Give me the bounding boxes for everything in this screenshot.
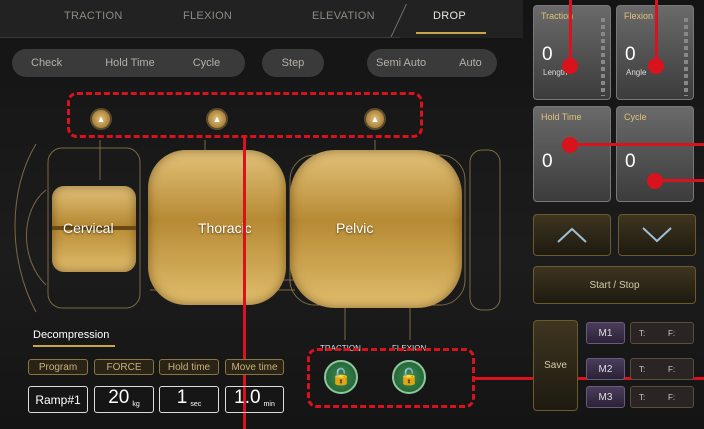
start-stop-button[interactable]: Start / Stop — [533, 266, 696, 304]
hold-unit: sec — [190, 401, 202, 408]
hold-time-button[interactable]: Hold Time — [105, 57, 155, 69]
program-select[interactable]: Ramp#1 — [28, 386, 88, 413]
move-time-field[interactable]: 1.0 min — [225, 386, 284, 413]
annotation-marker-flexion — [648, 58, 664, 74]
annotation-leader-flexion — [655, 0, 658, 62]
flexion-readout-label: Flexion — [624, 11, 654, 21]
memory-2-f: F: — [668, 365, 676, 374]
check-hold-cycle-group: Check Hold Time Cycle — [12, 49, 245, 77]
flexion-readout-sub: Angle — [626, 68, 647, 77]
move-unit: min — [263, 401, 275, 408]
program-header: Program — [28, 359, 88, 375]
memory-2-t: T: — [639, 365, 646, 374]
move-time-header: Move time — [225, 359, 284, 375]
move-value: 1.0 — [234, 387, 261, 408]
cervical-label: Cervical — [63, 220, 114, 236]
hold-value: 1 — [176, 387, 188, 408]
annotation-locks — [307, 348, 475, 408]
memory-1-label: M1 — [598, 327, 613, 339]
decrease-button[interactable] — [618, 214, 696, 256]
tab-divider — [390, 4, 407, 38]
increase-button[interactable] — [533, 214, 611, 256]
auto-mode-group: Semi Auto Auto — [367, 49, 497, 77]
tab-flexion[interactable]: FLEXION — [183, 10, 232, 22]
cycle-readout-value: 0 — [625, 151, 636, 172]
decompression-title: Decompression — [33, 329, 110, 341]
step-label: Step — [281, 57, 305, 69]
tab-elevation[interactable]: ELEVATION — [312, 10, 375, 22]
check-button[interactable]: Check — [31, 57, 62, 69]
chevron-up-icon — [557, 227, 587, 243]
memory-3-values: T: F: — [630, 386, 694, 408]
semi-auto-button[interactable]: Semi Auto — [376, 57, 426, 69]
force-value: 20 — [108, 387, 130, 408]
force-header: FORCE — [94, 359, 154, 375]
decompression-underline — [33, 345, 115, 347]
annotation-leader-traction — [569, 0, 572, 62]
traction-readout-value: 0 — [542, 44, 553, 65]
annotation-marker-cycle — [647, 173, 663, 189]
cycle-readout-label: Cycle — [624, 112, 647, 122]
memory-1-f: F: — [668, 329, 676, 338]
hold-time-readout: Hold Time 0 — [533, 106, 611, 202]
annotation-marker-hold-time — [562, 137, 578, 153]
chevron-down-icon — [642, 227, 672, 243]
save-label: Save — [544, 360, 567, 371]
app-root: { "tabs": [ {"label": "TRACTION"}, {"lab… — [0, 0, 704, 429]
memory-3-t: T: — [639, 393, 646, 402]
memory-2-label: M2 — [598, 363, 613, 375]
memory-1-t: T: — [639, 329, 646, 338]
hold-time-readout-value: 0 — [542, 151, 553, 172]
pelvic-pad[interactable] — [290, 150, 462, 308]
memory-3-f: F: — [668, 393, 676, 402]
memory-3-label: M3 — [598, 391, 613, 403]
memory-1-button[interactable]: M1 — [586, 322, 625, 344]
tab-drop[interactable]: DROP — [433, 10, 466, 22]
auto-button[interactable]: Auto — [459, 57, 482, 69]
annotation-marker-traction — [562, 58, 578, 74]
flexion-scale — [684, 18, 688, 96]
program-value: Ramp#1 — [35, 392, 81, 407]
hold-time-field[interactable]: 1 sec — [159, 386, 219, 413]
traction-scale — [601, 18, 605, 96]
force-unit: kg — [132, 401, 140, 408]
hold-time-header: Hold time — [159, 359, 219, 375]
hold-time-readout-label: Hold Time — [541, 112, 582, 122]
memory-2-button[interactable]: M2 — [586, 358, 625, 380]
force-field[interactable]: 20 kg — [94, 386, 154, 413]
annotation-up-buttons — [67, 92, 423, 138]
annotation-leader-hold-time — [570, 143, 704, 146]
flexion-readout-value: 0 — [625, 44, 636, 65]
step-button[interactable]: Step — [262, 49, 324, 77]
memory-3-button[interactable]: M3 — [586, 386, 625, 408]
active-tab-indicator — [416, 32, 486, 34]
memory-2-values: T: F: — [630, 358, 694, 380]
mode-tabs: TRACTION FLEXION ELEVATION DROP — [0, 0, 523, 38]
tab-traction[interactable]: TRACTION — [64, 10, 123, 22]
tab-baseline — [0, 37, 400, 38]
save-button[interactable]: Save — [533, 320, 578, 411]
memory-1-values: T: F: — [630, 322, 694, 344]
start-stop-label: Start / Stop — [589, 279, 640, 291]
cycle-button[interactable]: Cycle — [193, 57, 221, 69]
pelvic-label: Pelvic — [336, 220, 374, 236]
traction-readout: Traction 0 Length — [533, 5, 611, 100]
